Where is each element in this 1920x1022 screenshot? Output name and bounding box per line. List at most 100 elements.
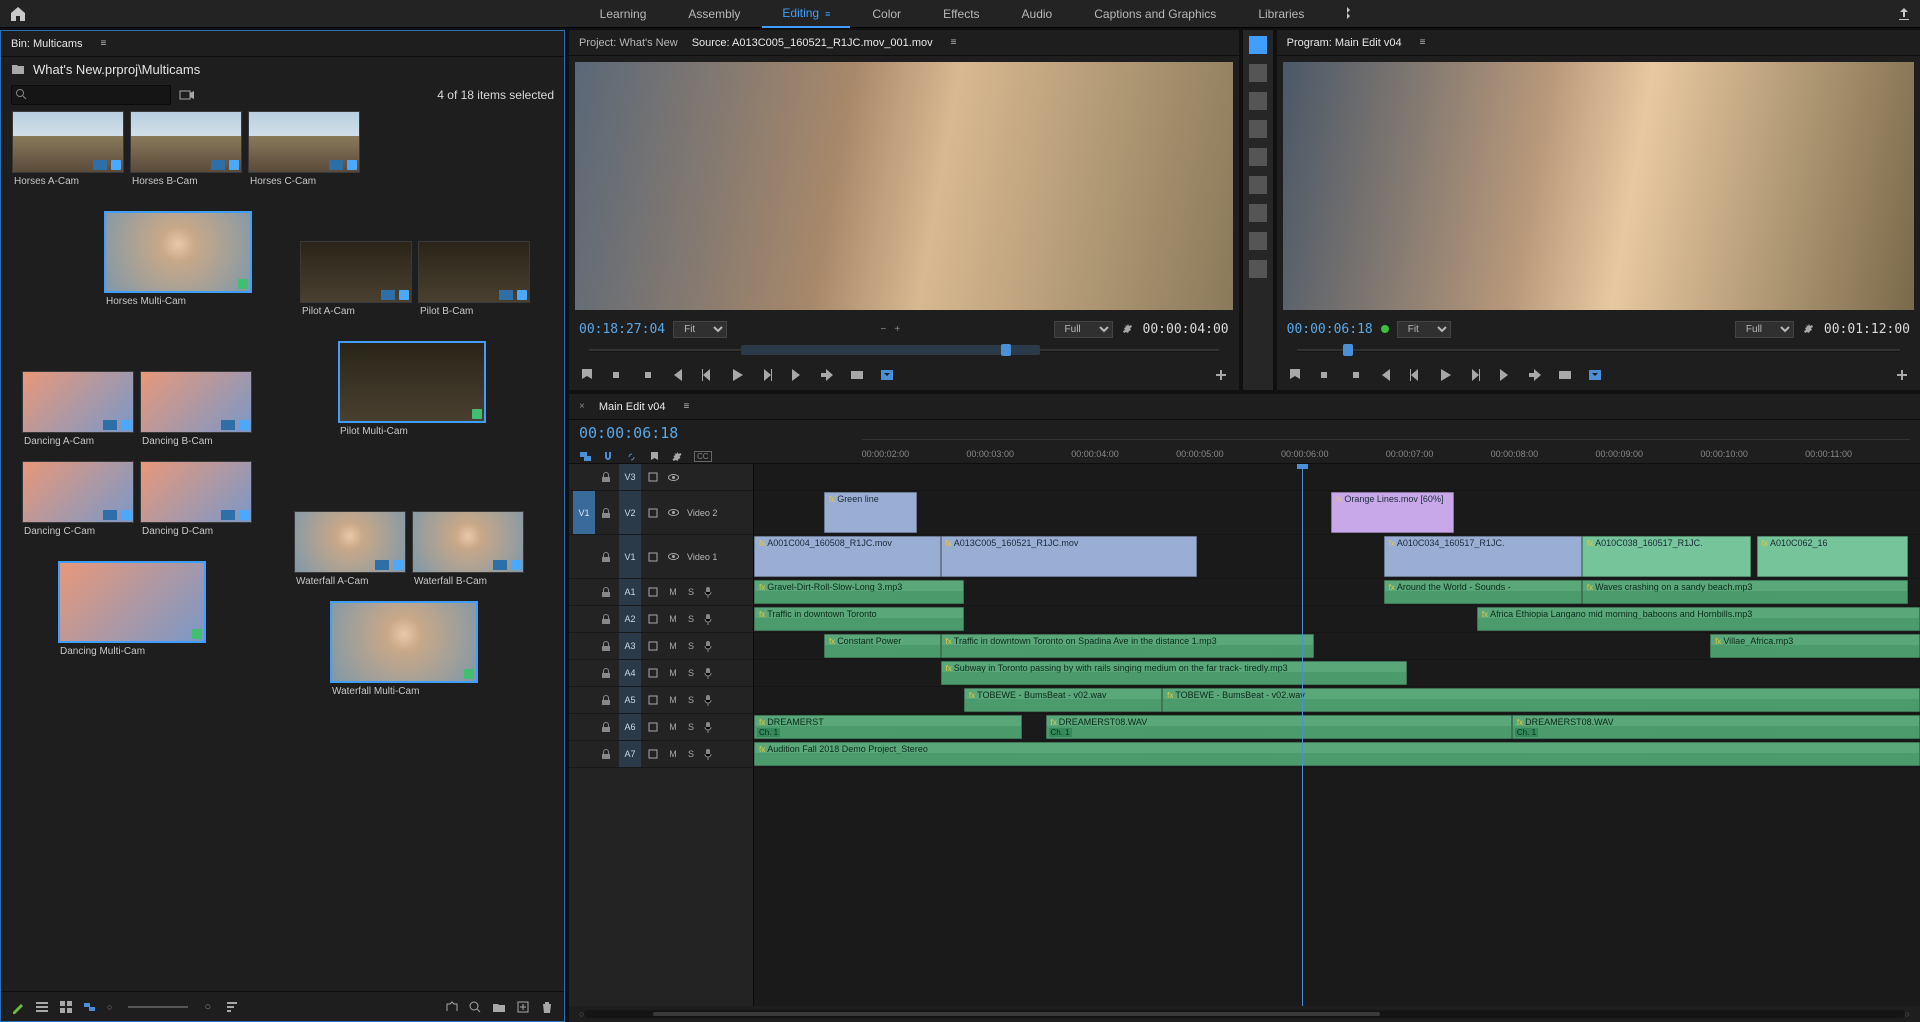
lock-icon[interactable] bbox=[601, 695, 613, 705]
track-a6[interactable]: fxDREAMERSTCh. 1fxDREAMERST08.WAVCh. 1fx… bbox=[754, 714, 1920, 741]
workspace-overflow-icon[interactable] bbox=[1342, 7, 1356, 21]
step-back-button[interactable] bbox=[699, 367, 715, 383]
track-header-v3[interactable]: V3 bbox=[569, 464, 753, 491]
clip-dancing-mc[interactable]: Dancing Multi-Cam bbox=[58, 561, 206, 660]
track-v1[interactable]: fxA001C004_160508_R1JC.movfxA013C005_160… bbox=[754, 535, 1920, 579]
program-video[interactable] bbox=[1283, 62, 1914, 310]
home-icon[interactable] bbox=[8, 4, 28, 24]
mark-out-button[interactable] bbox=[639, 367, 655, 383]
button-editor-plus[interactable] bbox=[1894, 367, 1910, 383]
clip[interactable]: fxAround the World - Sounds - bbox=[1384, 580, 1582, 604]
clip[interactable]: fxAudition Fall 2018 Demo Project_Stereo bbox=[754, 742, 1920, 766]
clip[interactable]: fxWaves crashing on a sandy beach.mp3 bbox=[1582, 580, 1908, 604]
source-patch[interactable]: V1 bbox=[573, 491, 595, 534]
clip[interactable]: fxA001C004_160508_R1JC.mov bbox=[754, 536, 941, 577]
sync-lock-icon[interactable] bbox=[647, 721, 661, 733]
play-button[interactable] bbox=[729, 367, 745, 383]
target-patch[interactable]: A3 bbox=[619, 633, 641, 659]
clip-pilot-b[interactable]: Pilot B-Cam bbox=[418, 241, 530, 320]
lock-icon[interactable] bbox=[601, 587, 613, 597]
playhead[interactable] bbox=[1302, 464, 1303, 1006]
sync-lock-icon[interactable] bbox=[647, 748, 661, 760]
track-header-a7[interactable]: A7MS bbox=[569, 741, 753, 768]
program-scrubber[interactable] bbox=[1287, 342, 1910, 360]
source-fit-select[interactable]: Fit bbox=[673, 321, 727, 338]
clip-dancing-a[interactable]: Dancing A-Cam bbox=[22, 371, 134, 450]
clip-horses-mc[interactable]: Horses Multi-Cam bbox=[104, 211, 252, 310]
target-patch[interactable]: A2 bbox=[619, 606, 641, 632]
track-header-a4[interactable]: A4MS bbox=[569, 660, 753, 687]
breadcrumb[interactable]: What's New.prproj\Multicams bbox=[33, 62, 200, 77]
go-in-button[interactable] bbox=[1377, 367, 1393, 383]
freeform-view-icon[interactable] bbox=[179, 87, 195, 103]
hand-tool[interactable] bbox=[1249, 232, 1267, 250]
step-back-button[interactable] bbox=[1407, 367, 1423, 383]
panel-menu-icon[interactable]: ≡ bbox=[1420, 37, 1426, 48]
bin-tab[interactable]: Bin: Multicams bbox=[11, 38, 83, 50]
find-icon[interactable] bbox=[468, 1000, 482, 1014]
toggle-track-output[interactable] bbox=[667, 550, 681, 563]
workspace-tab-audio[interactable]: Audio bbox=[1002, 1, 1073, 27]
clip[interactable]: fxDREAMERST08.WAVCh. 1 bbox=[1046, 715, 1512, 739]
source-patch[interactable] bbox=[573, 741, 595, 767]
voice-over-icon[interactable] bbox=[703, 721, 715, 733]
clip-waterfall-b[interactable]: Waterfall B-Cam bbox=[412, 511, 524, 590]
marker-icon[interactable] bbox=[648, 450, 661, 463]
clip-waterfall-a[interactable]: Waterfall A-Cam bbox=[294, 511, 406, 590]
toggle-track-output[interactable] bbox=[667, 506, 681, 519]
track-header-a6[interactable]: A6MS bbox=[569, 714, 753, 741]
sync-lock-icon[interactable] bbox=[647, 613, 661, 625]
mark-in-button[interactable] bbox=[609, 367, 625, 383]
target-patch[interactable]: A1 bbox=[619, 579, 641, 605]
selection-tool[interactable] bbox=[1249, 36, 1267, 54]
source-scrubber[interactable] bbox=[579, 342, 1229, 360]
button-editor-plus[interactable] bbox=[1213, 367, 1229, 383]
target-patch[interactable]: V1 bbox=[619, 535, 641, 578]
go-out-button[interactable] bbox=[789, 367, 805, 383]
freeform-view-icon-footer[interactable] bbox=[83, 1000, 97, 1014]
settings-icon[interactable] bbox=[1121, 322, 1135, 336]
clip[interactable]: fxOrange Lines.mov [60%] bbox=[1331, 492, 1453, 533]
thumbnail-size-slider[interactable] bbox=[128, 1006, 188, 1008]
program-timecode[interactable]: 00:00:06:18 bbox=[1287, 322, 1373, 337]
ripple-tool[interactable] bbox=[1249, 92, 1267, 110]
track-header-a1[interactable]: A1MS bbox=[569, 579, 753, 606]
program-fit-select[interactable]: Fit bbox=[1397, 321, 1451, 338]
export-icon[interactable] bbox=[1896, 6, 1912, 22]
workspace-tab-learning[interactable]: Learning bbox=[580, 1, 667, 27]
clip-pilot-a[interactable]: Pilot A-Cam bbox=[300, 241, 412, 320]
write-mode-icon[interactable] bbox=[11, 1000, 25, 1014]
auto-match-icon[interactable] bbox=[444, 1000, 458, 1014]
workspace-tab-color[interactable]: Color bbox=[852, 1, 921, 27]
program-tab[interactable]: Program: Main Edit v04 bbox=[1287, 37, 1402, 49]
track-a2[interactable]: fxTraffic in downtown TorontofxAfrica Et… bbox=[754, 606, 1920, 633]
program-quality-select[interactable]: Full bbox=[1735, 321, 1794, 338]
go-in-button[interactable] bbox=[669, 367, 685, 383]
list-view-icon[interactable] bbox=[35, 1000, 49, 1014]
mute-button[interactable]: M bbox=[667, 641, 679, 651]
lock-icon[interactable] bbox=[601, 668, 613, 678]
workspace-tab-libraries[interactable]: Libraries bbox=[1238, 1, 1324, 27]
clip[interactable]: fxSubway in Toronto passing by with rail… bbox=[941, 661, 1407, 685]
zoom-in-icon[interactable]: + bbox=[894, 324, 900, 335]
timeline-scrollbar[interactable]: ○ ○ bbox=[569, 1006, 1920, 1022]
source-quality-select[interactable]: Full bbox=[1054, 321, 1113, 338]
delete-icon[interactable] bbox=[540, 1000, 554, 1014]
track-a7[interactable]: fxAudition Fall 2018 Demo Project_Stereo bbox=[754, 741, 1920, 768]
track-a5[interactable]: fxTOBEWE - BumsBeat - v02.wavfxTOBEWE - … bbox=[754, 687, 1920, 714]
overwrite-button[interactable] bbox=[849, 367, 865, 383]
target-patch[interactable]: A6 bbox=[619, 714, 641, 740]
sync-lock-icon[interactable] bbox=[647, 667, 661, 679]
clip-dancing-b[interactable]: Dancing B-Cam bbox=[140, 371, 252, 450]
source-video[interactable] bbox=[575, 62, 1233, 310]
sync-lock-icon[interactable] bbox=[647, 551, 661, 563]
clip[interactable]: fxDREAMERST08.WAVCh. 1 bbox=[1512, 715, 1920, 739]
voice-over-icon[interactable] bbox=[703, 640, 715, 652]
clip[interactable]: fxConstant Power bbox=[824, 634, 941, 658]
clip[interactable]: fxA010C062_16 bbox=[1757, 536, 1909, 577]
source-timecode-in[interactable]: 00:18:27:04 bbox=[579, 322, 665, 337]
new-bin-icon[interactable] bbox=[492, 1000, 506, 1014]
target-patch[interactable]: V2 bbox=[619, 491, 641, 534]
mute-button[interactable]: M bbox=[667, 695, 679, 705]
panel-menu-icon[interactable]: ≡ bbox=[951, 37, 957, 48]
